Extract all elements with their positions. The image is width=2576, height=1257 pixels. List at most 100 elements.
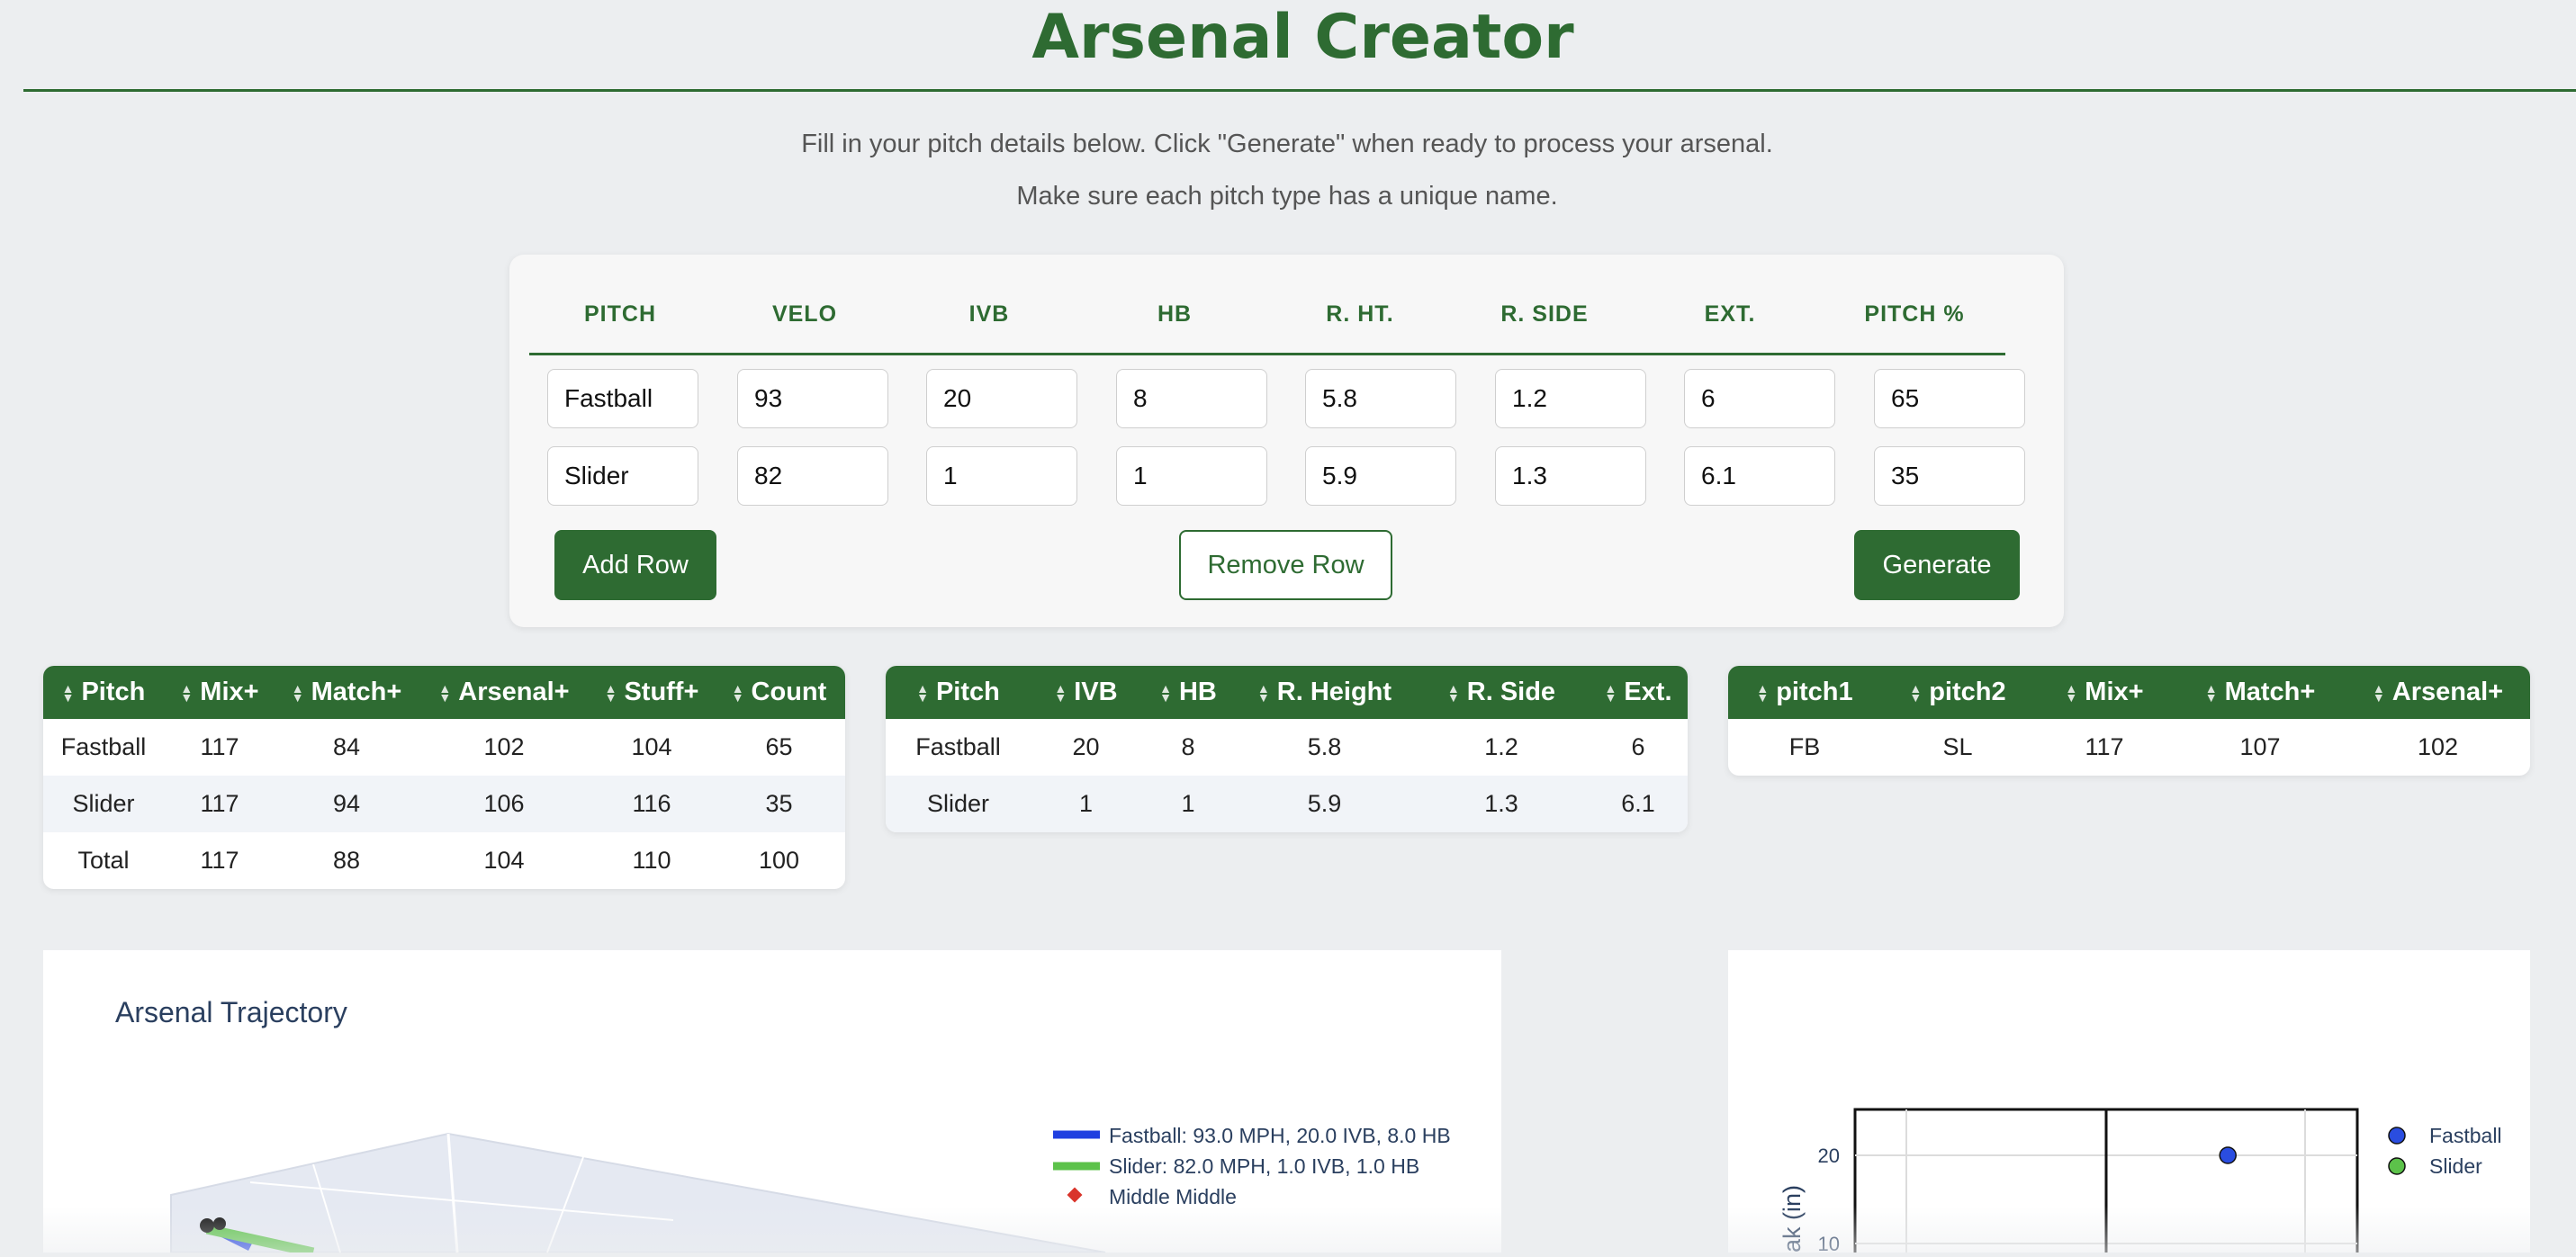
sort-header-pitch2[interactable]: ▲ ▼ pitch2 [1881, 666, 2034, 719]
extension-input[interactable] [1684, 446, 1835, 506]
pitch-pairs-table: ▲ ▼ pitch1 ▲ ▼ pitch2 ▲ ▼ Mix+ ▲ ▼ Match+ ▲ ▼ Arse… [1728, 666, 2530, 776]
scatter-points [2219, 1146, 2237, 1164]
instruction-text: Fill in your pitch details below. Click … [801, 130, 1773, 158]
sort-header-match[interactable]: ▲ ▼ Match+ [2175, 666, 2346, 719]
generate-button[interactable]: Generate [1854, 530, 2020, 600]
sort-header-stuff[interactable]: ▲ ▼ Stuff+ [590, 666, 713, 719]
pitch-name-input[interactable] [547, 446, 698, 506]
cell-ivb: 20 [1072, 733, 1100, 760]
sort-header-arsenal[interactable]: ▲ ▼ Arsenal+ [418, 666, 590, 719]
sort-icon: ▲ ▼ [604, 681, 617, 705]
arsenal-trajectory-chart: Arsenal Trajectory Fastball: 93.0 MPH, 2… [43, 950, 1501, 1257]
sort-header-release-height[interactable]: ▲ ▼ R. Height [1235, 666, 1414, 719]
cell-extension: 6.1 [1589, 776, 1688, 832]
legend-fastball-label: Fastball: 93.0 MPH, 20.0 IVB, 8.0 HB [1109, 1124, 1451, 1147]
movement-scatter-chart: 20 10 ak (in) Fastball Slider [1728, 950, 2530, 1257]
sort-header-arsenal[interactable]: ▲ ▼ Arsenal+ [2346, 666, 2530, 719]
y-tick-label: 20 [1818, 1145, 1840, 1167]
cell-hb: 8 [1181, 733, 1195, 760]
hb-input[interactable] [1116, 369, 1267, 428]
release-point [200, 1218, 214, 1233]
sort-icon: ▲ ▼ [1756, 681, 1770, 705]
ivb-input[interactable] [926, 446, 1077, 506]
legend-middle-diamond-icon [1067, 1187, 1083, 1203]
cell-pitch: Slider [43, 776, 164, 832]
sort-icon: ▲ ▼ [1159, 681, 1172, 705]
table-row: FB SL 117 107 102 [1728, 719, 2530, 776]
sort-icon: ▲ ▼ [1909, 681, 1923, 705]
add-row-button[interactable]: Add Row [554, 530, 716, 600]
hb-input[interactable] [1116, 446, 1267, 506]
legend-middle-label: Middle Middle [1109, 1185, 1237, 1208]
cell-release-side: 1.2 [1484, 733, 1518, 760]
trajectory-chart-title: Arsenal Trajectory [115, 996, 347, 1028]
instruction-text-unique: Make sure each pitch type has a unique n… [1016, 182, 1558, 211]
cell-arsenal: 102 [483, 733, 525, 760]
pitch-name-input[interactable] [547, 369, 698, 428]
sort-icon: ▲ ▼ [1446, 681, 1460, 705]
sort-header-hb[interactable]: ▲ ▼ HB [1141, 666, 1235, 719]
ivb-input[interactable] [926, 369, 1077, 428]
release-side-input[interactable] [1495, 446, 1646, 506]
extension-input[interactable] [1684, 369, 1835, 428]
sort-header-count[interactable]: ▲ ▼ Count [713, 666, 845, 719]
release-height-input[interactable] [1305, 446, 1456, 506]
cell-pitch1: FB [1788, 733, 1821, 760]
sort-header-release-side[interactable]: ▲ ▼ R. Side [1414, 666, 1589, 719]
table-row: Fastball 20 8 5.8 1.2 6 [886, 719, 1688, 776]
release-height-input[interactable] [1305, 369, 1456, 428]
remove-row-button[interactable]: Remove Row [1179, 530, 1392, 600]
sort-icon: ▲ ▼ [180, 681, 194, 705]
cell-release-height: 5.8 [1307, 733, 1342, 760]
cell-hb: 1 [1141, 776, 1235, 832]
sort-header-pitch[interactable]: ▲ ▼ Pitch [43, 666, 164, 719]
sort-header-pitch1[interactable]: ▲ ▼ pitch1 [1728, 666, 1881, 719]
cell-release-side: 1.3 [1414, 776, 1589, 832]
scene-floor [170, 1132, 1106, 1253]
form-header-divider [529, 353, 2005, 355]
cell-mix: 117 [2085, 733, 2124, 760]
column-header-pitch: PITCH [584, 301, 656, 327]
cell-pitch: Fastball [915, 733, 1001, 760]
sort-header-extension[interactable]: ▲ ▼ Ext. [1589, 666, 1688, 719]
sort-icon: ▲ ▼ [1604, 681, 1617, 705]
legend-slider-label: Slider: 82.0 MPH, 1.0 IVB, 1.0 HB [1109, 1154, 1419, 1178]
cell-match: 84 [332, 733, 361, 760]
sort-header-mix[interactable]: ▲ ▼ Mix+ [164, 666, 275, 719]
pitch-percent-input[interactable] [1874, 446, 2025, 506]
velo-input[interactable] [737, 369, 888, 428]
movement-scatter-plot: 20 10 ak (in) Fastball Slider [1779, 1108, 2502, 1257]
sort-header-ivb[interactable]: ▲ ▼ IVB [1031, 666, 1141, 719]
y-axis-label: ak (in) [1779, 1185, 1806, 1253]
sort-icon: ▲ ▼ [916, 681, 929, 705]
cell-ivb: 1 [1031, 776, 1141, 832]
cell-release-height: 5.9 [1235, 776, 1414, 832]
pitch-input-panel: PITCH VELO IVB HB R. HT. R. SIDE EXT. PI… [509, 255, 2064, 627]
cell-arsenal: 102 [2417, 733, 2459, 760]
sort-icon: ▲ ▼ [2065, 681, 2078, 705]
column-header-release-height: R. HT. [1326, 301, 1394, 327]
pitch-percent-input[interactable] [1874, 369, 2025, 428]
sort-header-pitch[interactable]: ▲ ▼ Pitch [886, 666, 1031, 719]
pitch-characteristics-table: ▲ ▼ Pitch ▲ ▼ IVB ▲ ▼ HB ▲ ▼ R. Height ▲ ▼ R. Side… [886, 666, 1688, 832]
sort-header-mix[interactable]: ▲ ▼ Mix+ [2034, 666, 2175, 719]
sort-header-match[interactable]: ▲ ▼ Match+ [275, 666, 418, 719]
page-title: Arsenal Creator [1031, 2, 1574, 73]
y-tick-label: 10 [1818, 1233, 1840, 1253]
velo-input[interactable] [737, 446, 888, 506]
cell-pitch: Slider [886, 776, 1031, 832]
cell-arsenal: 104 [483, 847, 525, 874]
sort-icon: ▲ ▼ [731, 681, 744, 705]
release-side-input[interactable] [1495, 369, 1646, 428]
table-row: Slider 1 1 5.9 1.3 6.1 [886, 776, 1688, 832]
arsenal-results-table: ▲ ▼ Pitch ▲ ▼ Mix+ ▲ ▼ Match+ ▲ ▼ Arsenal+ ▲ ▼ Stu… [43, 666, 845, 889]
legend-fastball-label: Fastball [2429, 1124, 2502, 1147]
sort-icon: ▲ ▼ [2372, 681, 2385, 705]
fastball-point [2219, 1146, 2237, 1164]
table-row-total: Total 117 88 104 110 100 [43, 832, 845, 889]
sort-icon: ▲ ▼ [438, 681, 452, 705]
cell-stuff: 116 [590, 776, 713, 832]
legend-slider-label: Slider [2429, 1154, 2482, 1178]
title-divider [23, 89, 2576, 92]
table-row: Slider 117 94 106 116 35 [43, 776, 845, 832]
